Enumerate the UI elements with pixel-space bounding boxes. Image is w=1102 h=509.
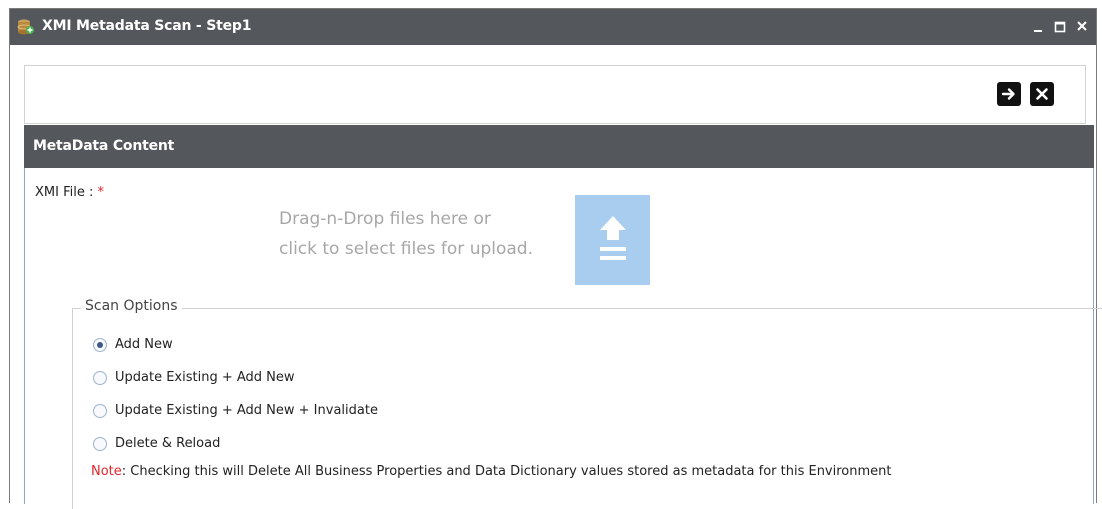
cancel-button[interactable]	[1030, 82, 1054, 106]
radio-delete-reload[interactable]	[93, 436, 107, 451]
next-step-button[interactable]	[997, 82, 1021, 106]
maximize-icon	[1054, 21, 1066, 33]
xmi-scan-window: XMI Metadata Scan - Step1 MetaData Conte…	[9, 8, 1102, 509]
window-title: XMI Metadata Scan - Step1	[42, 18, 252, 34]
close-icon	[1077, 21, 1087, 31]
note-text: : Checking this will Delete All Business…	[121, 464, 892, 479]
file-dropzone[interactable]: Drag-n-Drop files here or click to selec…	[279, 204, 569, 264]
close-window-button[interactable]	[1074, 17, 1090, 35]
note-label: Note	[91, 464, 122, 479]
window-controls	[1030, 17, 1090, 35]
required-asterisk: *	[97, 185, 105, 200]
action-toolbar	[24, 65, 1086, 124]
scan-options-legend: Scan Options	[81, 298, 182, 314]
xmi-file-label: XMI File : *	[35, 185, 104, 200]
minimize-button[interactable]	[1030, 17, 1046, 35]
upload-button[interactable]	[575, 195, 650, 285]
delete-warning-note: Note: Checking this will Delete All Busi…	[91, 464, 892, 479]
metadata-content-panel: XMI File : * Drag-n-Drop files here or c…	[24, 168, 1102, 509]
option-label: Delete & Reload	[115, 436, 221, 451]
xmi-file-label-text: XMI File :	[35, 185, 98, 200]
option-update-existing-add-new-invalidate[interactable]: Update Existing + Add New + Invalidate	[93, 403, 378, 418]
title-bar[interactable]: XMI Metadata Scan - Step1	[10, 9, 1096, 45]
radio-add-new[interactable]	[93, 337, 107, 352]
upload-icon	[599, 216, 626, 260]
scan-options-group: Scan Options Add New Update Existing + A…	[72, 298, 1102, 509]
arrow-right-icon	[1001, 88, 1015, 100]
option-label: Update Existing + Add New	[115, 370, 295, 385]
option-label: Update Existing + Add New + Invalidate	[115, 403, 378, 418]
dropzone-line-2: click to select files for upload.	[279, 239, 534, 259]
metadata-content-header: MetaData Content	[24, 125, 1094, 168]
close-icon	[1036, 88, 1048, 100]
option-delete-reload[interactable]: Delete & Reload	[93, 436, 220, 451]
option-add-new[interactable]: Add New	[93, 337, 173, 352]
dropzone-line-1: Drag-n-Drop files here or	[279, 209, 491, 229]
radio-update-existing-add-new[interactable]	[93, 370, 107, 385]
database-app-icon	[17, 19, 34, 35]
radio-update-existing-add-new-invalidate[interactable]	[93, 403, 107, 418]
maximize-button[interactable]	[1052, 17, 1068, 35]
option-label: Add New	[115, 337, 173, 352]
minimize-icon	[1034, 30, 1042, 32]
option-update-existing-add-new[interactable]: Update Existing + Add New	[93, 370, 295, 385]
